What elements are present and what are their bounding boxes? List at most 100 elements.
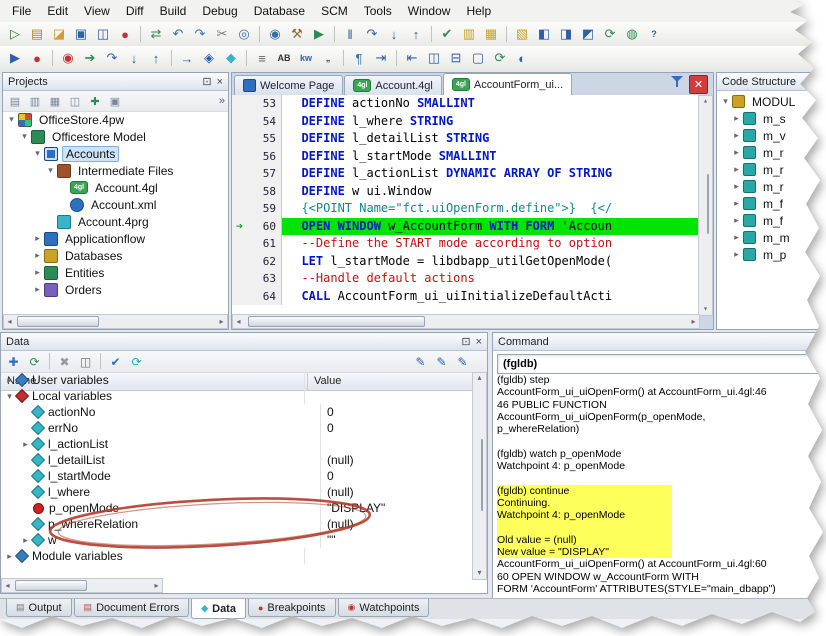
scroll-down-arrow[interactable]: ▾ (699, 304, 712, 315)
scroll-up-arrow[interactable]: ▴ (473, 373, 486, 384)
close-icon[interactable]: × (476, 336, 482, 348)
tree-item-account-xml[interactable]: Account.xml (3, 196, 228, 213)
redo-icon[interactable]: ↷ (190, 24, 210, 44)
variables-icon[interactable]: ◆ (221, 48, 241, 68)
bottom-tab-breakpoints[interactable]: ●Breakpoints (248, 599, 336, 617)
structure-item-4[interactable]: ▸m_r (717, 178, 825, 195)
close-icon[interactable]: × (217, 76, 223, 88)
step-out-icon[interactable]: ↑ (406, 24, 426, 44)
filter-check-icon[interactable]: ✔ (106, 353, 125, 371)
expander-icon[interactable]: ▸ (731, 113, 742, 124)
expander-icon[interactable]: ▸ (20, 436, 31, 452)
reload-icon[interactable]: ⟳ (127, 353, 146, 371)
filter-icon[interactable] (671, 76, 683, 87)
tab-welcome-page[interactable]: Welcome Page (234, 75, 343, 95)
tile-horizontal-icon[interactable]: ◫ (424, 48, 444, 68)
search-icon[interactable]: ◎ (234, 24, 254, 44)
step-over-icon[interactable]: ↷ (362, 24, 382, 44)
continue-icon[interactable]: ➔ (80, 48, 100, 68)
expander-icon[interactable]: ▸ (32, 267, 43, 278)
expander-icon[interactable]: ▾ (45, 165, 56, 176)
structure-item-2[interactable]: ▸m_r (717, 144, 825, 161)
code-line[interactable]: 54 DEFINE l_where STRING (232, 113, 713, 131)
tree-item-applicationflow[interactable]: ▸Applicationflow (3, 230, 228, 247)
scroll-down-arrow[interactable]: ▾ (473, 568, 486, 579)
menu-item-help[interactable]: Help (458, 1, 499, 21)
layout-left-icon[interactable]: ◧ (534, 24, 554, 44)
menu-item-window[interactable]: Window (400, 1, 459, 21)
structure-item-3[interactable]: ▸m_r (717, 161, 825, 178)
code-line[interactable]: 55 DEFINE l_detailList STRING (232, 130, 713, 148)
code-editor[interactable]: 53 DEFINE actionNo SMALLINT54 DEFINE l_w… (232, 95, 713, 316)
expander-icon[interactable]: ▸ (20, 532, 31, 548)
data-row-l-startmode[interactable]: l_startMode0 (1, 468, 475, 484)
expander-icon[interactable]: ▸ (731, 181, 742, 192)
scroll-left-arrow[interactable]: ◂ (4, 317, 15, 326)
data-row-local-variables[interactable]: ▾Local variables (1, 388, 475, 404)
editor-vertical-scrollbar[interactable]: ▴ ▾ (698, 95, 713, 316)
step-next-icon[interactable]: ↷ (102, 48, 122, 68)
menu-item-debug[interactable]: Debug (194, 1, 245, 21)
menu-item-view[interactable]: View (76, 1, 118, 21)
structure-item-6[interactable]: ▸m_f (717, 212, 825, 229)
data-row-l-detaillist[interactable]: l_detailList(null) (1, 452, 475, 468)
cascade-icon[interactable]: ▢ (468, 48, 488, 68)
database-query-icon[interactable]: ▧ (512, 24, 532, 44)
expander-icon[interactable]: ▸ (731, 198, 742, 209)
data-row-errno[interactable]: errNo0 (1, 420, 475, 436)
stop-icon[interactable]: ● (115, 24, 135, 44)
expander-icon[interactable]: ▸ (32, 284, 43, 295)
data-row-w[interactable]: ▸w"" (1, 532, 475, 548)
project-copy-icon[interactable]: ◫ (66, 93, 84, 110)
format-decimal-pencil-icon[interactable]: ✎ (411, 353, 430, 371)
indent-icon[interactable]: ⇥ (371, 48, 391, 68)
expander-icon[interactable]: ▾ (32, 148, 43, 159)
new-file-icon[interactable]: ▤ (27, 24, 47, 44)
globe-icon[interactable]: ◍ (622, 24, 642, 44)
tile-vertical-icon[interactable]: ⊟ (446, 48, 466, 68)
data-row-l-where[interactable]: l_where(null) (1, 484, 475, 500)
add-watch-icon[interactable]: ✚ (4, 353, 23, 371)
text-kw-icon[interactable]: kw (296, 48, 316, 68)
run-green-icon[interactable]: ▶ (309, 24, 329, 44)
scroll-right-arrow[interactable]: ▸ (151, 581, 162, 590)
projects-horizontal-scrollbar[interactable]: ◂ ▸ (3, 314, 228, 329)
data-row-user-variables[interactable]: ▸User variables (1, 372, 475, 388)
format-hex-pencil-icon[interactable]: ✎ (432, 353, 451, 371)
expander-icon[interactable]: ▾ (6, 114, 17, 125)
bottom-tab-data[interactable]: ◆Data (191, 599, 246, 619)
tree-item-officestore-model[interactable]: ▾Officestore Model (3, 128, 228, 145)
data-vertical-scrollbar[interactable]: ▴ ▾ (472, 372, 487, 580)
tree-item-officestore-4pw[interactable]: ▾OfficeStore.4pw (3, 111, 228, 128)
expander-icon[interactable]: ▸ (32, 233, 43, 244)
expander-icon[interactable]: ▸ (731, 249, 742, 260)
scroll-right-arrow[interactable]: ▸ (688, 317, 699, 326)
data-row-p-openmode[interactable]: p_openMode"DISPLAY" (1, 500, 475, 516)
menu-item-database[interactable]: Database (246, 1, 313, 21)
structure-item-0[interactable]: ▸m_s (717, 110, 825, 127)
code-line[interactable]: 59 {<POINT Name="fct.uiOpenForm.define">… (232, 200, 713, 218)
scroll-left-arrow[interactable]: ◂ (233, 317, 244, 326)
outdent-icon[interactable]: ⇤ (402, 48, 422, 68)
layout-right-icon[interactable]: ◨ (556, 24, 576, 44)
watchpoint-icon[interactable]: ◈ (199, 48, 219, 68)
code-line[interactable]: 62 LET l_startMode = libdbapp_utilGetOpe… (232, 253, 713, 271)
toolbar-overflow-chevron[interactable]: » (219, 95, 225, 107)
copy-value-icon[interactable]: ◫ (76, 353, 95, 371)
editor-horizontal-scrollbar[interactable]: ◂ ▸ (232, 314, 700, 329)
code-line[interactable]: 64 CALL AccountForm_ui_uiInitializeDefau… (232, 288, 713, 306)
refresh-variables-icon[interactable]: ⟳ (25, 353, 44, 371)
cut-icon[interactable]: ✂ (212, 24, 232, 44)
expander-icon[interactable]: ▸ (4, 548, 15, 564)
code-line[interactable]: 63 --Handle default actions (232, 270, 713, 288)
help-icon[interactable]: ? (644, 24, 664, 44)
expander-icon[interactable]: ▾ (720, 96, 731, 107)
data-row-l-actionlist[interactable]: ▸l_actionList (1, 436, 475, 452)
expander-icon[interactable]: ▸ (32, 250, 43, 261)
tree-item-orders[interactable]: ▸Orders (3, 281, 228, 298)
code-line[interactable]: ➔60 OPEN WINDOW w_AccountForm WITH FORM … (232, 218, 713, 236)
sync-icon[interactable]: ⟳ (490, 48, 510, 68)
expander-icon[interactable]: ▸ (731, 232, 742, 243)
code-line[interactable]: 57 DEFINE l_actionList DYNAMIC ARRAY OF … (232, 165, 713, 183)
code-line[interactable]: 53 DEFINE actionNo SMALLINT (232, 95, 713, 113)
